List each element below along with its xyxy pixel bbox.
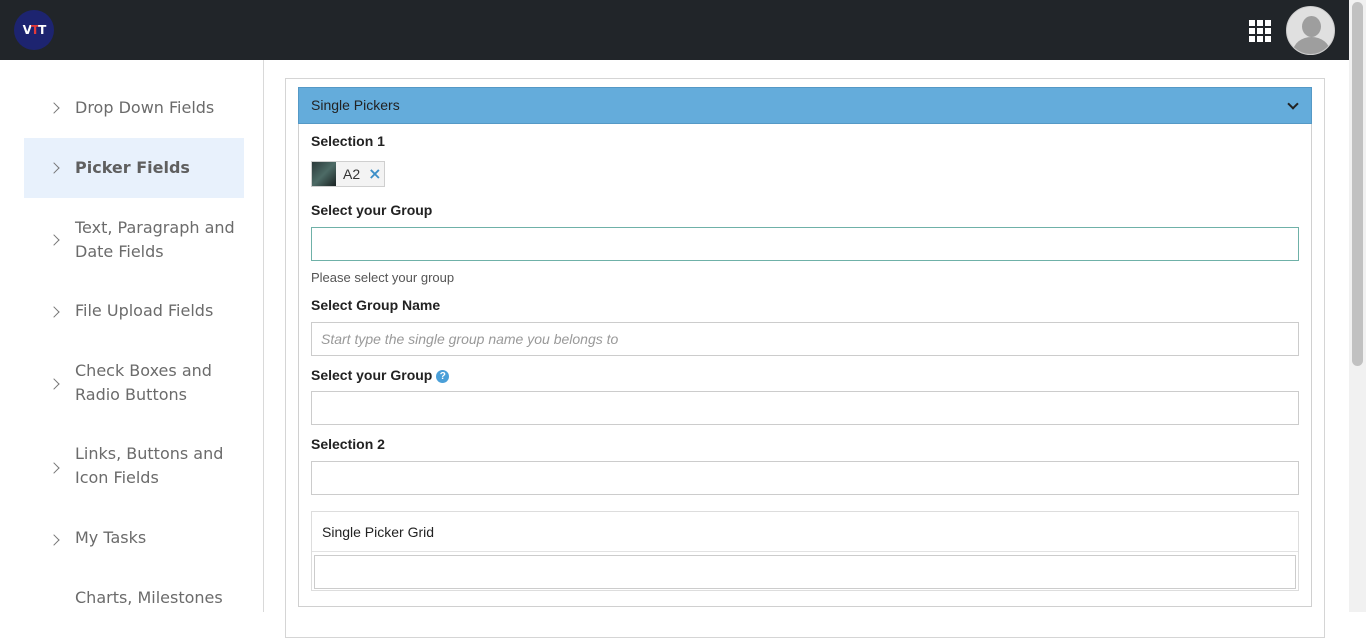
chevron-right-icon [48,306,60,318]
sidebar-item-label: Check Boxes and Radio Buttons [75,361,212,404]
apps-grid-icon[interactable] [1249,20,1271,42]
grid-picker-input[interactable] [314,555,1296,589]
selection1-chip: A2 × [311,161,385,187]
select-group-2-input[interactable] [311,391,1299,425]
chevron-right-icon [48,234,60,246]
select-group-help-text: Please select your group [311,270,455,285]
top-bar: VTT [0,0,1366,60]
sidebar-item-charts-milestones[interactable]: Charts, Milestones [24,570,244,612]
select-group-label: Select your Group [311,202,433,218]
single-picker-grid: Single Picker Grid [311,511,1299,591]
sidebar-item-picker-fields[interactable]: Picker Fields [24,138,244,198]
chevron-right-icon [48,102,60,114]
selection2-input[interactable] [311,461,1299,495]
sidebar-item-my-tasks[interactable]: My Tasks [24,510,244,570]
grid-title: Single Picker Grid [322,524,435,540]
sidebar-item-drop-down-fields[interactable]: Drop Down Fields [24,78,244,138]
chip-text: A2 [343,166,361,182]
chevron-right-icon [48,534,60,546]
select-group-2-label-row: Select your Group? [311,367,450,383]
single-pickers-panel-header[interactable]: Single Pickers [298,87,1312,124]
question-help-icon[interactable]: ? [436,370,450,383]
chevron-right-icon [48,162,60,174]
sidebar-item-links-buttons-icon-fields[interactable]: Links, Buttons and Icon Fields [24,426,244,510]
chevron-right-icon [48,378,60,390]
chip-thumbnail-image [312,162,336,186]
sidebar-item-text-paragraph-date-fields[interactable]: Text, Paragraph and Date Fields [24,198,244,282]
sidebar-item-label: Picker Fields [75,158,190,177]
sidebar-item-label: File Upload Fields [75,301,214,320]
sidebar-item-label: Links, Buttons and Icon Fields [75,444,224,487]
page-scrollbar[interactable] [1349,0,1366,612]
selection2-label: Selection 2 [311,436,385,452]
sidebar-item-label: Charts, Milestones [75,588,223,607]
scrollbar-thumb[interactable] [1352,2,1363,366]
sidebar-item-label: My Tasks [75,528,147,547]
select-group-name-input[interactable] [311,322,1299,356]
chevron-down-icon[interactable] [1287,98,1299,110]
user-avatar-icon[interactable] [1286,6,1335,55]
vtt-logo[interactable]: VTT [14,10,54,50]
selection1-label: Selection 1 [311,133,385,149]
remove-chip-icon[interactable]: × [368,166,381,182]
select-group-name-label: Select Group Name [311,297,441,313]
sidebar-item-file-upload-fields[interactable]: File Upload Fields [24,282,244,342]
panel-title: Single Pickers [311,97,400,113]
grid-divider [312,551,1298,552]
sidebar-item-label: Text, Paragraph and Date Fields [75,218,235,261]
select-group-2-label: Select your Group [311,367,433,383]
chevron-right-icon [48,462,60,474]
sidebar-item-check-boxes-radio-buttons[interactable]: Check Boxes and Radio Buttons [24,342,244,426]
select-group-input[interactable] [311,227,1299,261]
sidebar-item-label: Drop Down Fields [75,98,215,117]
